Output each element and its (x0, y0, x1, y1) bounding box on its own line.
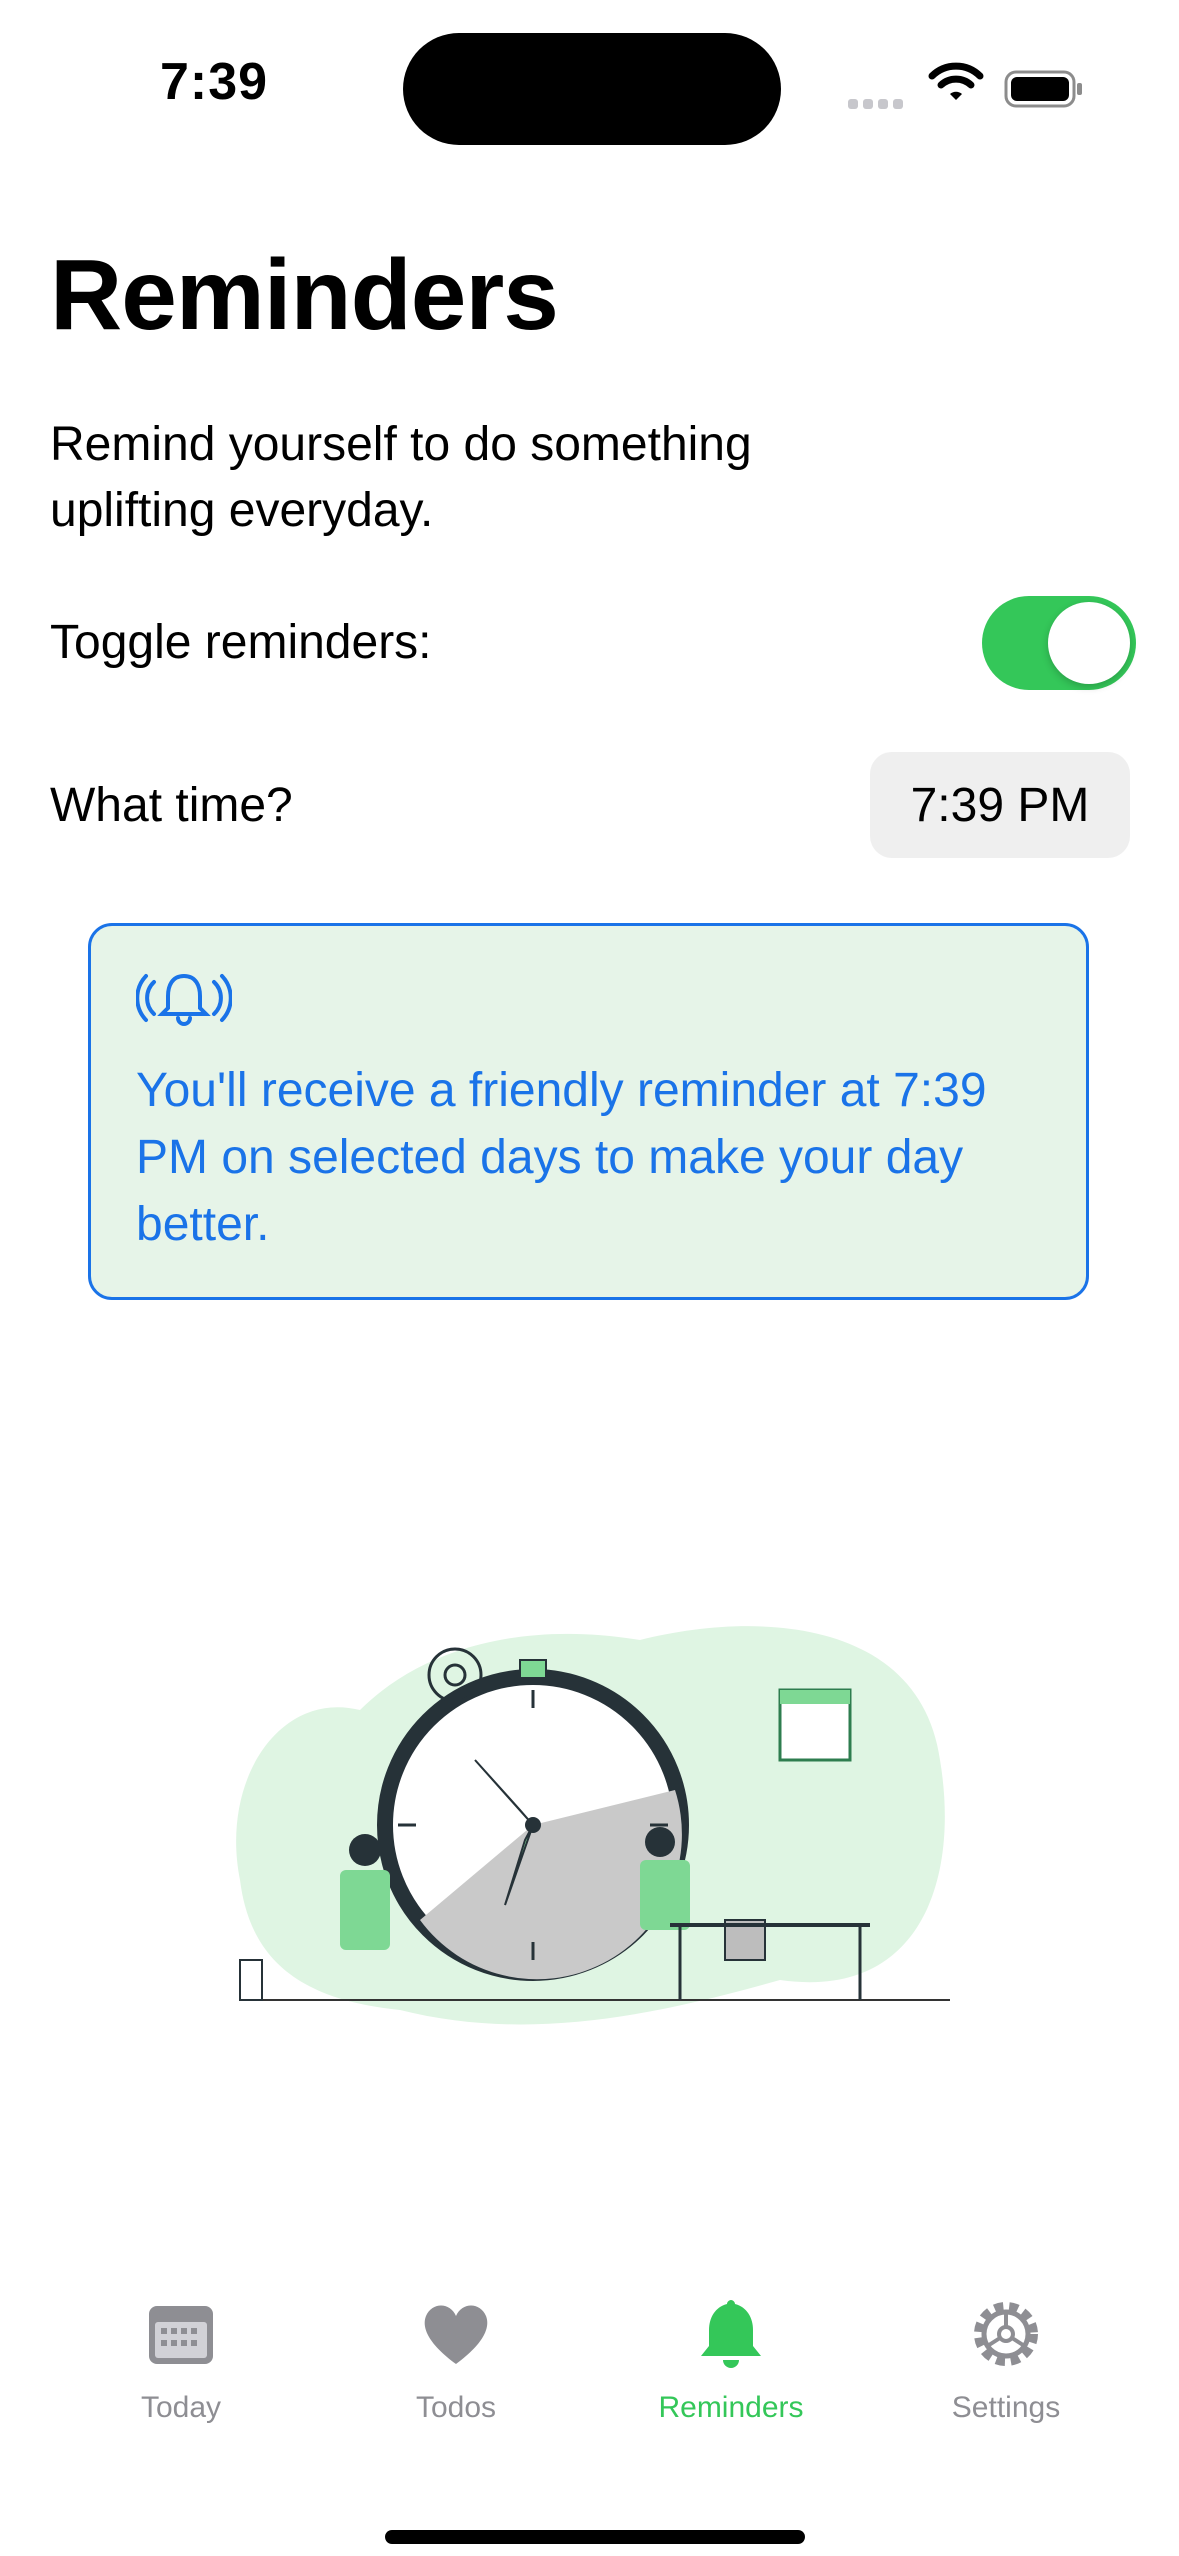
calendar-icon (149, 2306, 213, 2364)
bell-ringing-icon (136, 973, 232, 1026)
cellular-signal-icon (848, 96, 908, 114)
dynamic-island (403, 33, 781, 145)
reminder-info-text: You'll receive a friendly reminder at 7:… (136, 1064, 987, 1251)
tab-settings-label: Settings (951, 2391, 1061, 2424)
battery-icon (1004, 70, 1082, 108)
tab-settings[interactable]: Settings (896, 2270, 1116, 2425)
tab-today-label: Today (140, 2391, 222, 2424)
wifi-icon (928, 62, 984, 100)
clock-illustration (236, 1626, 950, 2025)
bell-icon (701, 2300, 761, 2368)
tab-todos[interactable]: Todos (346, 2270, 566, 2425)
gear-icon (974, 2302, 1038, 2366)
toggle-knob (1048, 602, 1130, 684)
toggle-reminders-label: Toggle reminders: (50, 616, 432, 669)
tab-bar: Today Todos Reminders Settings (0, 2270, 1179, 2450)
tab-reminders-label: Reminders (658, 2391, 804, 2424)
page-title: Reminders (50, 239, 559, 351)
home-indicator (385, 2530, 805, 2544)
tab-reminders[interactable]: Reminders (621, 2270, 841, 2425)
tab-todos-label: Todos (415, 2391, 497, 2424)
heart-icon (424, 2305, 488, 2364)
time-label: What time? (50, 779, 293, 832)
tab-today[interactable]: Today (71, 2270, 291, 2425)
time-picker-button[interactable]: 7:39 PM (870, 752, 1130, 858)
status-time: 7:39 (160, 53, 269, 111)
page-description: Remind yourself to do something upliftin… (50, 418, 752, 537)
reminders-toggle[interactable] (982, 596, 1136, 690)
